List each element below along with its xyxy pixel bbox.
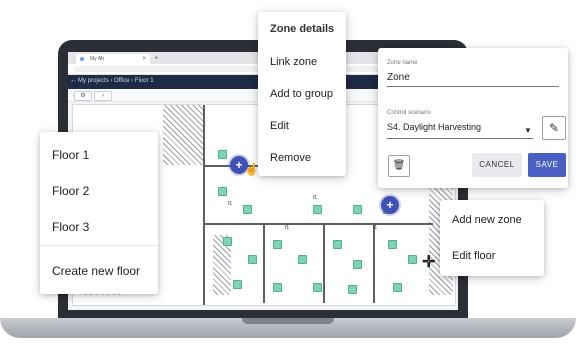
fixture-label: f1 [285, 225, 290, 231]
fixture-label: f1 [313, 195, 318, 201]
light-fixture[interactable] [353, 205, 362, 214]
wall [373, 223, 375, 303]
light-fixture[interactable] [313, 205, 322, 214]
trash-icon[interactable]: 🗑 [388, 155, 410, 177]
light-fixture[interactable] [393, 283, 402, 292]
control-scenario-label: Control scenario [387, 110, 431, 116]
play-tool-button[interactable]: › [94, 91, 112, 101]
light-fixture[interactable] [353, 260, 362, 269]
add-new-zone-item[interactable]: Add new zone [452, 214, 522, 226]
zone-name-label: Zone name [387, 60, 418, 66]
edit-floor-item[interactable]: Edit floor [452, 250, 495, 262]
light-fixture[interactable] [273, 240, 282, 249]
create-new-floor-button[interactable]: Create new floor [52, 264, 140, 278]
light-fixture[interactable] [243, 205, 252, 214]
zone-name-underline [387, 86, 559, 87]
light-fixture[interactable] [273, 283, 282, 292]
light-fixture[interactable] [348, 285, 357, 294]
plus-icon: + [386, 198, 394, 212]
floor-menu: Floor 1 Floor 2 Floor 3 Create new floor [40, 132, 158, 294]
light-fixture[interactable] [248, 255, 257, 264]
settings-tool-button[interactable]: ⚙ [74, 91, 92, 101]
light-fixture[interactable] [298, 255, 307, 264]
control-scenario-select[interactable]: S4. Daylight Harvesting [387, 122, 481, 132]
floor-item-2[interactable]: Floor 2 [52, 184, 89, 198]
breadcrumb[interactable]: My projects › Office › Floor 1 [78, 78, 154, 84]
crosshair-plus-icon[interactable]: ✛ [422, 252, 435, 272]
wall [263, 223, 265, 303]
fixture-label: f1 [228, 201, 233, 207]
zone-actions-menu: Add new zone Edit floor [440, 200, 544, 276]
zone-menu-title: Zone details [270, 23, 335, 35]
browser-tab[interactable]: My Ab × [76, 54, 150, 64]
light-fixture[interactable] [313, 283, 322, 292]
tab-close-icon[interactable]: × [142, 54, 146, 64]
add-to-group-item[interactable]: Add to group [270, 88, 333, 100]
zone-details-menu: Zone details Link zone Add to group Edit… [258, 12, 346, 176]
fixture-label: f1 [373, 225, 378, 231]
tab-title: My Ab [90, 56, 104, 62]
floor-item-1[interactable]: Floor 1 [52, 148, 89, 162]
zone-marker-selected[interactable]: + [381, 196, 399, 214]
new-tab-icon[interactable]: + [154, 53, 159, 62]
light-fixture[interactable] [218, 187, 227, 196]
remove-item[interactable]: Remove [270, 152, 311, 164]
floor-item-3[interactable]: Floor 3 [52, 220, 89, 234]
light-fixture[interactable] [388, 240, 397, 249]
edit-item[interactable]: Edit [270, 120, 289, 132]
link-zone-item[interactable]: Link zone [270, 56, 317, 68]
plus-icon: + [235, 158, 243, 172]
back-arrow-icon[interactable]: ← [70, 77, 77, 84]
wall [203, 223, 433, 225]
light-fixture[interactable] [218, 150, 227, 159]
hand-cursor-icon: ☝ [244, 162, 259, 176]
wall [323, 223, 325, 303]
pencil-icon[interactable]: ✎ [542, 116, 566, 140]
cancel-button[interactable]: CANCEL [472, 153, 522, 177]
zone-name-input[interactable]: Zone [387, 72, 410, 83]
control-scenario-underline [387, 138, 533, 139]
tab-favicon-icon [80, 57, 84, 61]
laptop-notch [242, 318, 334, 324]
light-fixture[interactable] [408, 255, 417, 264]
wall [203, 105, 205, 305]
light-fixture[interactable] [333, 240, 342, 249]
save-button[interactable]: SAVE [528, 153, 566, 177]
light-fixture[interactable] [233, 280, 242, 289]
caret-down-icon[interactable]: ▼ [524, 126, 532, 135]
light-fixture[interactable] [223, 237, 232, 246]
stair-hatch [163, 105, 203, 165]
menu-divider [40, 245, 158, 246]
zone-edit-panel: Zone name Zone Control scenario S4. Dayl… [378, 48, 568, 188]
